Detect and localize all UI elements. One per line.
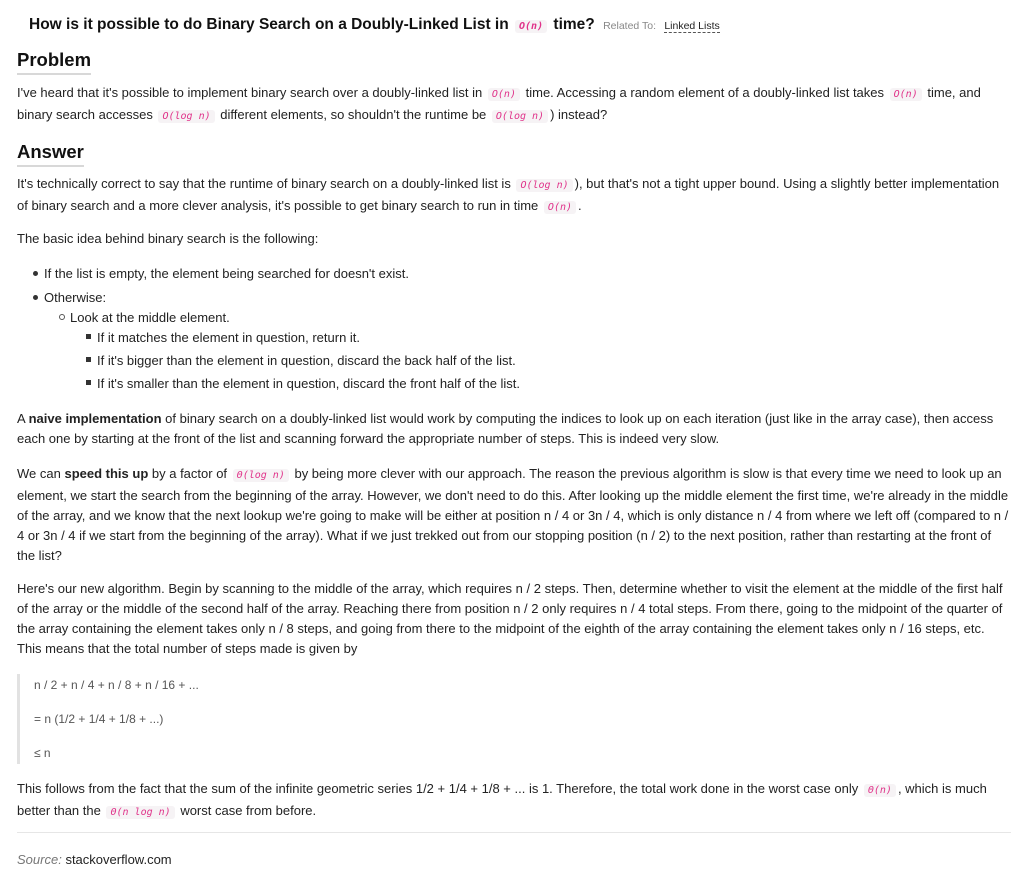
equation-line: n / 2 + n / 4 + n / 8 + n / 16 + ...: [34, 678, 199, 692]
source-line: Source: stackoverflow.com: [17, 850, 172, 870]
list-item: Otherwise:: [44, 290, 107, 305]
inline-code: O(n): [889, 88, 922, 101]
blockquote-bar: [17, 674, 20, 764]
title-suffix: time?: [553, 16, 595, 33]
bold-text: speed this up: [64, 466, 149, 481]
answer-text: .: [578, 198, 582, 213]
title-code: O(n): [515, 20, 548, 33]
page-title: How is it possible to do Binary Search o…: [29, 14, 1019, 38]
page: How is it possible to do Binary Search o…: [0, 0, 1030, 882]
bullet-square: [86, 357, 91, 362]
answer-paragraph-1: It's technically correct to say that the…: [17, 174, 1012, 218]
title-text: How is it possible to do Binary Search o…: [29, 16, 509, 33]
answer-text: worst case from before.: [180, 803, 317, 818]
list-item: If it matches the element in question, r…: [97, 330, 361, 345]
problem-text: ) instead?: [550, 107, 608, 122]
problem-text: time. Accessing a random element of a do…: [525, 85, 885, 100]
bullet-disc: [33, 271, 38, 276]
answer-paragraph-6: This follows from the fact that the sum …: [17, 779, 1012, 823]
problem-heading: Problem: [17, 48, 92, 75]
inline-code: O(log n): [158, 110, 215, 123]
related-link[interactable]: Linked Lists: [664, 20, 720, 33]
inline-code: Θ(log n): [232, 469, 289, 482]
answer-text: of binary search on a doubly-linked list…: [17, 411, 994, 446]
answer-paragraph-4: We can speed this up by a factor of Θ(lo…: [17, 464, 1012, 566]
answer-heading: Answer: [17, 140, 84, 167]
answer-paragraph-5: Here's our new algorithm. Begin by scann…: [17, 581, 1003, 656]
inline-code: O(log n): [491, 110, 549, 123]
inline-code: Θ(n): [863, 784, 896, 797]
divider: [17, 832, 1011, 833]
list-item: If the list is empty, the element being …: [44, 266, 409, 281]
bullet-square: [86, 380, 91, 385]
equation-line: ≤ n: [34, 746, 51, 760]
bullet-circle: [59, 314, 65, 320]
equation-line: = n (1/2 + 1/4 + 1/8 + ...): [34, 712, 164, 726]
answer-text: We can: [17, 466, 61, 481]
list-item: Look at the middle element.: [70, 310, 230, 325]
related-label: Related To:: [603, 20, 657, 32]
problem-text: different elements, so shouldn't the run…: [220, 107, 487, 122]
problem-paragraph: I've heard that it's possible to impleme…: [17, 83, 1012, 127]
inline-code: O(n): [543, 201, 577, 214]
bold-text: naive implementation: [28, 411, 162, 426]
answer-text: A: [17, 411, 25, 426]
answer-text: by a factor of: [151, 466, 228, 481]
inline-code: O(log n): [516, 179, 573, 192]
answer-text: This follows from the fact that the sum …: [17, 781, 859, 796]
list-item: If it's bigger than the element in quest…: [97, 353, 516, 368]
bullet-disc: [33, 295, 38, 300]
answer-text: It's technically correct to say that the…: [17, 176, 511, 191]
list-item: If it's smaller than the element in ques…: [97, 376, 521, 391]
bullet-square: [86, 334, 91, 339]
inline-code: O(n): [487, 88, 520, 101]
inline-code: Θ(n log n): [106, 806, 175, 819]
source-label: Source:: [17, 852, 62, 867]
problem-text: I've heard that it's possible to impleme…: [17, 85, 483, 100]
answer-paragraph-2: The basic idea behind binary search is t…: [17, 231, 319, 246]
source-link[interactable]: stackoverflow.com: [65, 852, 171, 867]
answer-paragraph-3: A naive implementation of binary search …: [17, 409, 1012, 449]
